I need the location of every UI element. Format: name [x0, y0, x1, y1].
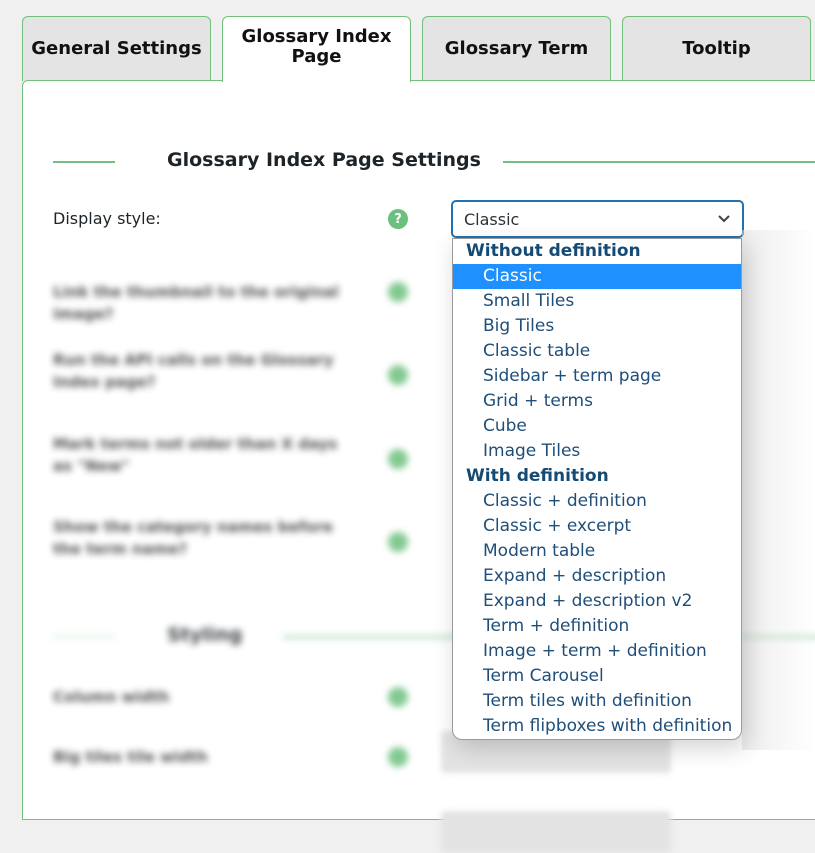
- option-image-term-definition[interactable]: Image + term + definition: [453, 639, 741, 664]
- setting-label: Big tiles tile width: [53, 748, 208, 766]
- option-cube[interactable]: Cube: [453, 414, 741, 439]
- display-style-label: Display style:: [53, 209, 161, 228]
- heading-divider-left: [53, 161, 115, 163]
- question-icon[interactable]: [388, 747, 408, 767]
- setting-label: Run the API calls on the Glossary Index …: [53, 351, 334, 391]
- tab-general-settings[interactable]: General Settings: [22, 16, 211, 81]
- big-tiles-width-input[interactable]: [441, 811, 671, 853]
- setting-row: Big tiles tile width: [53, 744, 813, 774]
- option-grid-terms[interactable]: Grid + terms: [453, 389, 741, 414]
- styling-title: Styling: [167, 624, 243, 646]
- optgroup-without-definition: Without definition: [466, 241, 641, 261]
- option-classic-definition[interactable]: Classic + definition: [453, 489, 741, 514]
- option-term-definition[interactable]: Term + definition: [453, 614, 741, 639]
- setting-label: Mark terms not older than X days as "New…: [53, 435, 338, 475]
- select-value: Classic: [464, 210, 520, 229]
- option-small-tiles[interactable]: Small Tiles: [453, 289, 741, 314]
- question-icon[interactable]: [388, 449, 408, 469]
- option-expand-description-v2[interactable]: Expand + description v2: [453, 589, 741, 614]
- setting-label: Show the category names before the term …: [53, 518, 333, 558]
- section-heading: Glossary Index Page Settings: [53, 149, 815, 179]
- option-classic[interactable]: Classic: [453, 264, 741, 289]
- display-style-dropdown[interactable]: Without definition Classic Small Tiles B…: [452, 238, 742, 740]
- heading-divider-left: [53, 636, 115, 638]
- option-term-tiles-definition[interactable]: Term tiles with definition: [453, 689, 741, 714]
- question-icon[interactable]: [388, 532, 408, 552]
- dropdown-shadow: [742, 230, 815, 750]
- question-icon[interactable]: [388, 687, 408, 707]
- option-modern-table[interactable]: Modern table: [453, 539, 741, 564]
- option-image-tiles[interactable]: Image Tiles: [453, 439, 741, 464]
- chevron-down-icon: [718, 215, 730, 223]
- tab-tooltip[interactable]: Tooltip: [622, 16, 811, 81]
- setting-label: Link the thumbnail to the original image…: [53, 283, 339, 323]
- option-expand-description[interactable]: Expand + description: [453, 564, 741, 589]
- option-classic-table[interactable]: Classic table: [453, 339, 741, 364]
- question-icon[interactable]: [388, 282, 408, 302]
- section-title: Glossary Index Page Settings: [167, 149, 481, 171]
- display-style-select[interactable]: Classic: [451, 200, 744, 238]
- heading-divider-right: [503, 161, 815, 163]
- option-sidebar-term-page[interactable]: Sidebar + term page: [453, 364, 741, 389]
- question-icon[interactable]: [388, 365, 408, 385]
- tab-glossary-term[interactable]: Glossary Term: [422, 16, 611, 81]
- help-glyph: ?: [394, 211, 402, 227]
- optgroup-with-definition: With definition: [466, 466, 609, 486]
- option-big-tiles[interactable]: Big Tiles: [453, 314, 741, 339]
- option-term-flipboxes-definition[interactable]: Term flipboxes with definition: [453, 714, 741, 739]
- tab-glossary-index-page[interactable]: Glossary Index Page: [222, 16, 411, 82]
- question-icon[interactable]: ?: [388, 209, 408, 229]
- option-classic-excerpt[interactable]: Classic + excerpt: [453, 514, 741, 539]
- setting-label: Column width: [53, 688, 170, 706]
- settings-tabs: General Settings Glossary Index Page Glo…: [22, 16, 815, 82]
- option-term-carousel[interactable]: Term Carousel: [453, 664, 741, 689]
